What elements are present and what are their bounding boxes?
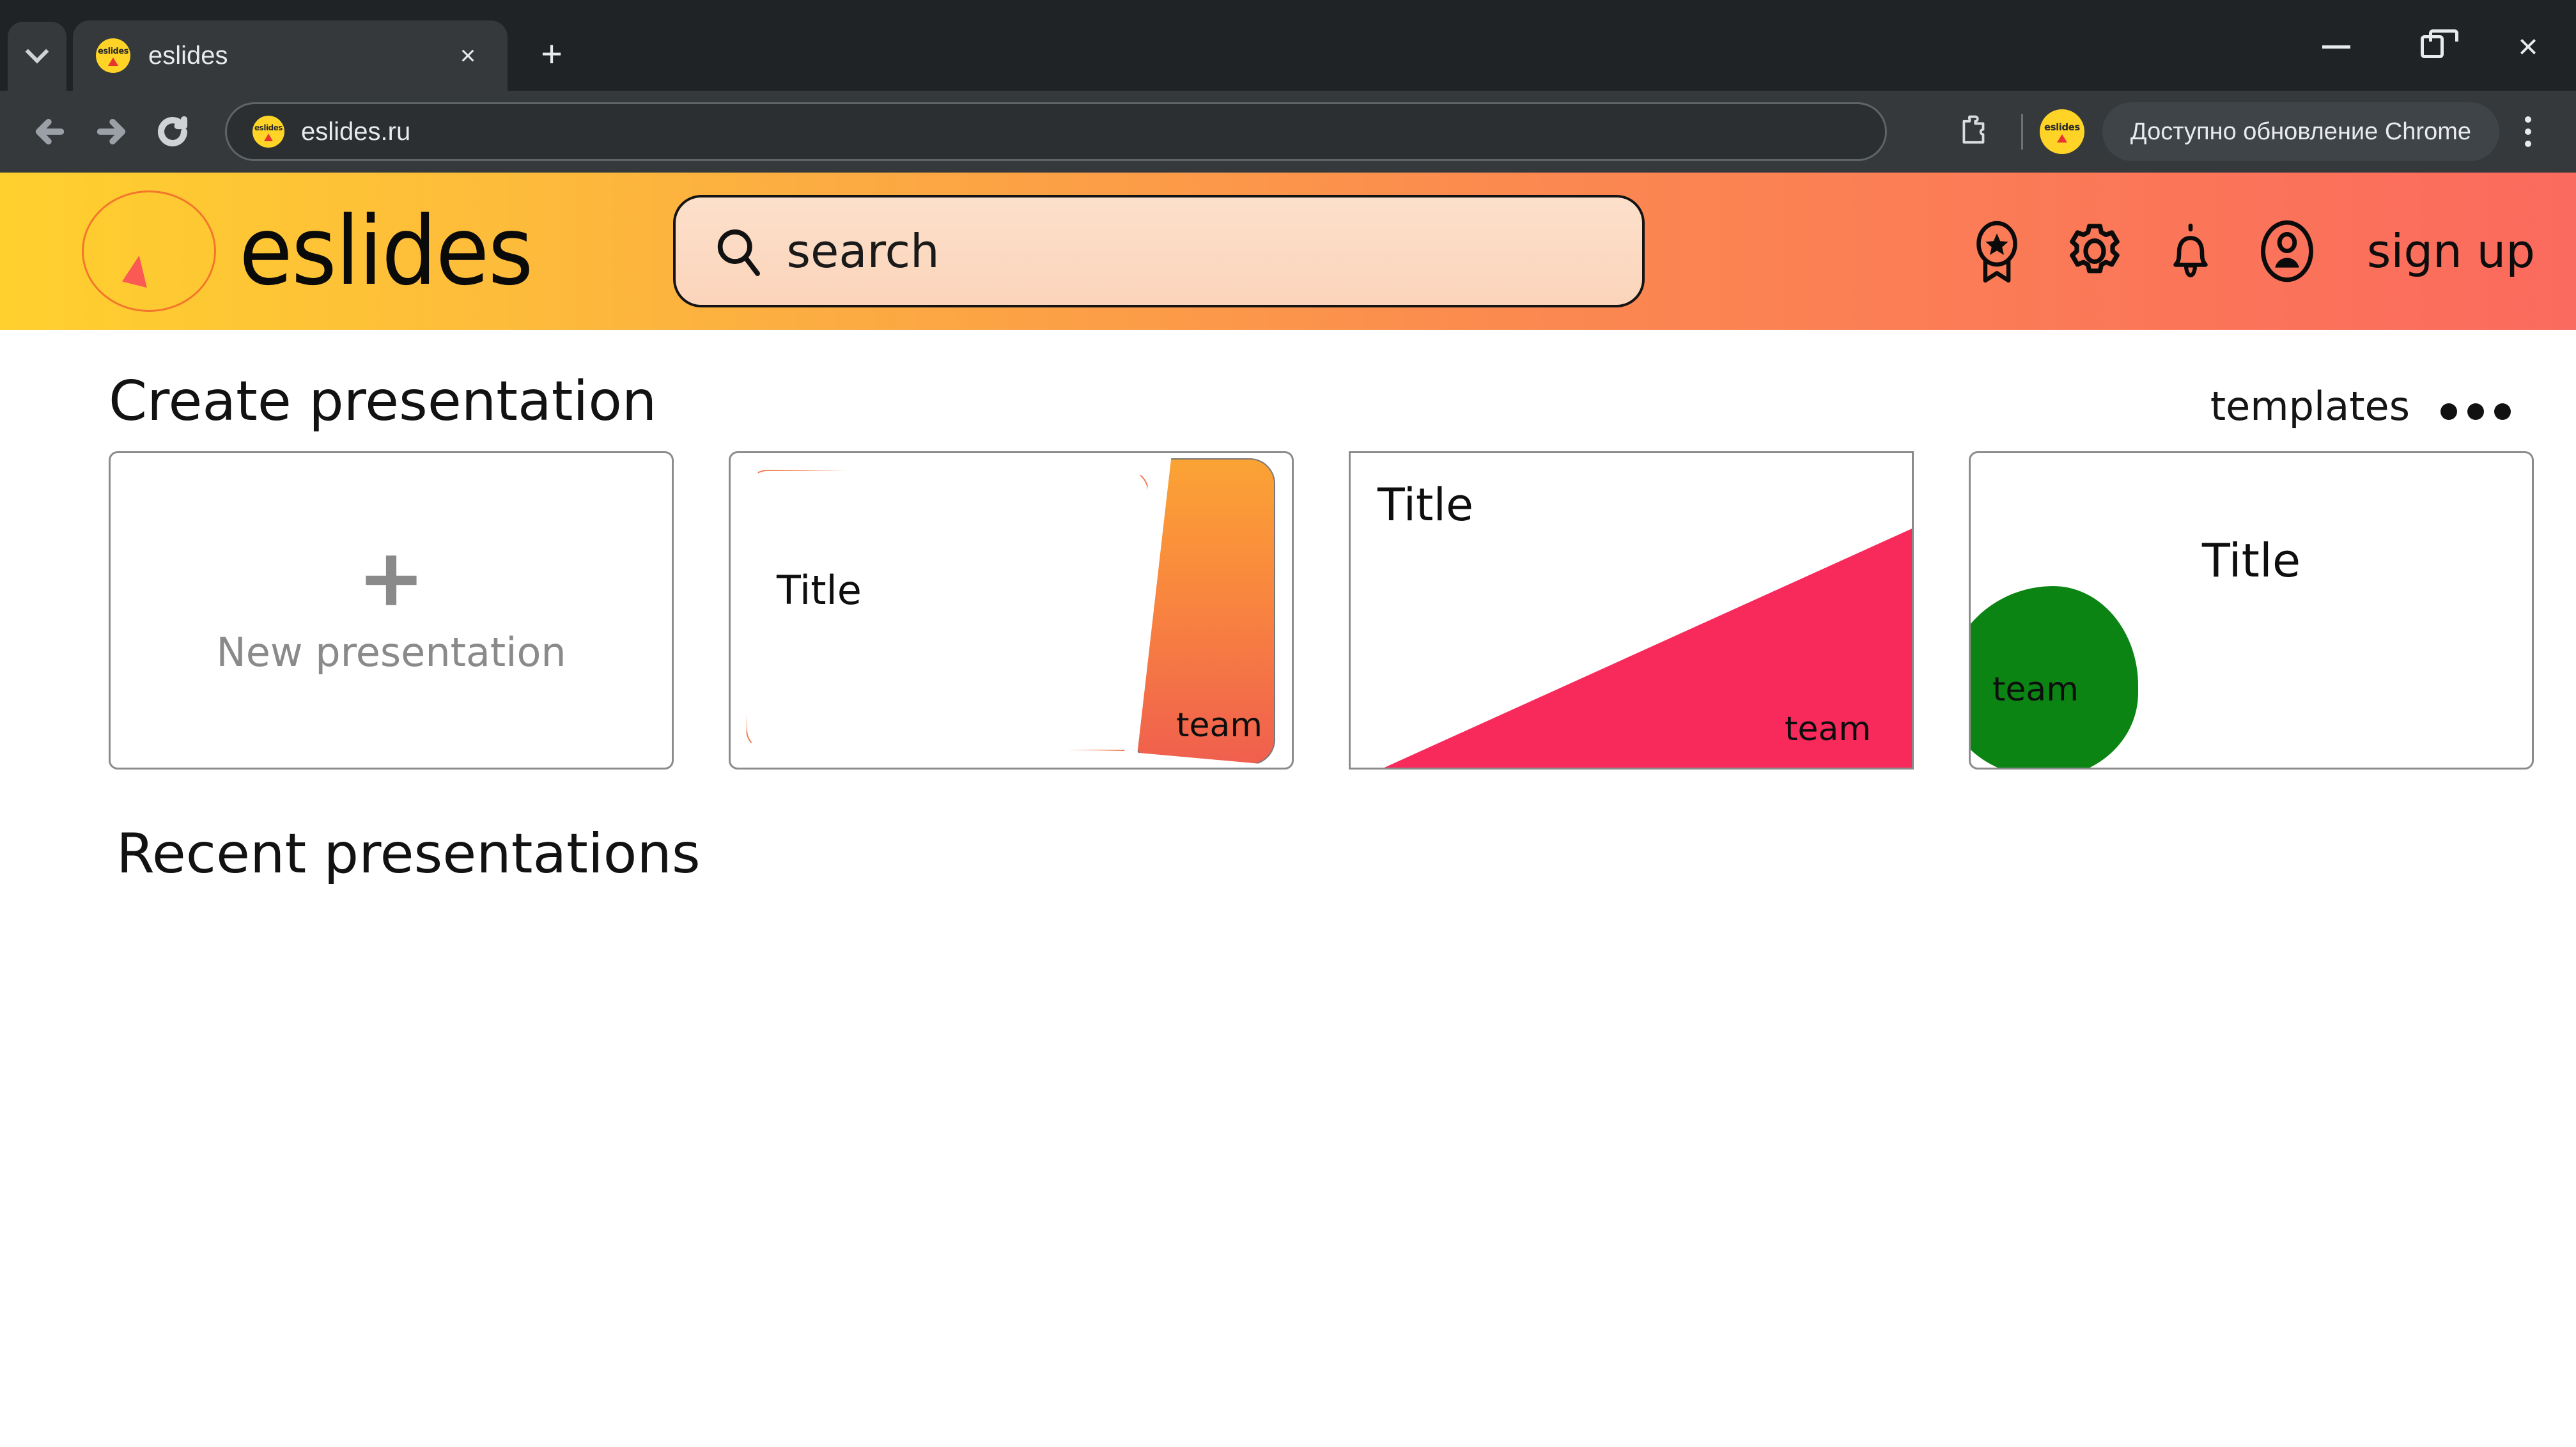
header-actions: sign up <box>1967 216 2535 286</box>
user-circle-icon <box>2260 220 2313 282</box>
maximize-icon <box>2421 29 2458 58</box>
window-minimize-button[interactable] <box>2288 12 2384 82</box>
minimize-icon <box>2322 45 2350 49</box>
ellipsis-dot <box>2440 403 2457 420</box>
template-team-text: team <box>1176 706 1262 745</box>
favicon-wordmark: eslides <box>98 46 128 56</box>
award-ribbon-button[interactable] <box>1967 218 2027 284</box>
browser-window: eslides eslides × + × eslides eslides.ru… <box>0 0 2576 1447</box>
search-icon <box>717 229 760 276</box>
logo-circle-icon <box>82 190 216 312</box>
browser-titlebar: eslides eslides × + × <box>0 0 2576 91</box>
back-arrow-icon <box>35 118 65 145</box>
site-header: eslides search sign up <box>0 173 2576 330</box>
tab-strip: eslides eslides × + <box>0 0 580 91</box>
browser-menu-button[interactable] <box>2499 101 2557 162</box>
browser-toolbar: eslides eslides.ru eslides Доступно обно… <box>0 91 2576 173</box>
chrome-update-button[interactable]: Доступно обновление Chrome <box>2102 102 2499 161</box>
close-icon: × <box>2518 27 2538 66</box>
create-section-header: Create presentation templates <box>109 369 2511 433</box>
tab-close-icon[interactable]: × <box>450 38 486 74</box>
template-card-orange[interactable]: Title team <box>729 451 1294 770</box>
new-presentation-label: New presentation <box>216 628 566 676</box>
notifications-button[interactable] <box>2162 219 2219 283</box>
new-presentation-card[interactable]: New presentation <box>109 451 674 770</box>
favicon-triangle-icon <box>108 57 118 66</box>
favicon-wordmark: eslides <box>254 123 283 132</box>
template-team-text: team <box>1785 710 1871 748</box>
settings-button[interactable] <box>2064 221 2125 282</box>
address-bar[interactable]: eslides eslides.ru <box>225 102 1887 161</box>
tab-search-button[interactable] <box>8 22 66 91</box>
back-button[interactable] <box>19 101 81 162</box>
brand-home-link[interactable]: eslides <box>0 190 558 312</box>
kebab-dot <box>2525 128 2531 135</box>
award-ribbon-icon <box>1976 221 2017 283</box>
toolbar-right-group: eslides Доступно обновление Chrome <box>1943 101 2557 162</box>
account-button[interactable] <box>2256 216 2318 286</box>
address-bar-url: eslides.ru <box>301 117 411 146</box>
favicon-triangle-icon <box>264 133 273 141</box>
bell-icon <box>2173 223 2208 277</box>
favicon-wordmark: eslides <box>2044 121 2080 133</box>
template-team-text: team <box>1992 670 2079 709</box>
kebab-dot <box>2525 116 2531 123</box>
toolbar-divider <box>2021 114 2023 150</box>
main-content: Create presentation templates New presen… <box>0 330 2576 1447</box>
recent-section-title: Recent presentations <box>116 822 701 886</box>
template-title-text: Title <box>1377 479 1474 531</box>
template-card-crimson[interactable]: Title team <box>1349 451 1914 770</box>
window-maximize-button[interactable] <box>2384 12 2480 82</box>
search-placeholder: search <box>786 224 940 278</box>
kebab-dot <box>2525 141 2531 147</box>
templates-link[interactable]: templates <box>2210 383 2410 429</box>
template-title-text: Title <box>2201 534 2301 587</box>
page-viewport: eslides search sign up Create presentati… <box>0 173 2576 1447</box>
window-close-button[interactable]: × <box>2480 12 2576 82</box>
tab-title: eslides <box>148 41 228 70</box>
chevron-down-icon <box>25 40 49 64</box>
forward-arrow-icon <box>97 118 126 145</box>
profile-button[interactable]: eslides <box>2039 109 2084 154</box>
template-card-green[interactable]: Title team <box>1969 451 2534 770</box>
site-favicon-icon: eslides <box>252 116 284 148</box>
gear-icon <box>2070 224 2120 274</box>
create-section-title: Create presentation <box>109 369 657 433</box>
new-tab-button[interactable]: + <box>523 26 580 83</box>
window-controls: × <box>2288 12 2576 82</box>
browser-tab-eslides[interactable]: eslides eslides × <box>73 20 508 91</box>
sign-up-link[interactable]: sign up <box>2367 224 2535 278</box>
eslides-logo-icon <box>82 190 216 312</box>
extensions-icon <box>1962 115 1985 144</box>
eslides-favicon-icon: eslides <box>96 38 130 73</box>
ellipsis-dot <box>2494 403 2511 420</box>
extensions-button[interactable] <box>1943 101 2005 162</box>
templates-more-button[interactable] <box>2440 403 2511 420</box>
plus-icon <box>366 555 417 605</box>
favicon-triangle-icon <box>2056 134 2067 143</box>
reload-button[interactable] <box>142 101 203 162</box>
template-title-text: Title <box>777 567 862 614</box>
brand-wordmark: eslides <box>239 196 533 306</box>
forward-button[interactable] <box>81 101 142 162</box>
profile-avatar-icon: eslides <box>2039 109 2084 154</box>
reload-icon <box>157 116 188 147</box>
search-input[interactable]: search <box>672 195 1645 307</box>
template-card-row: New presentation Title team Title team T… <box>109 451 2576 770</box>
ellipsis-dot <box>2467 403 2484 420</box>
